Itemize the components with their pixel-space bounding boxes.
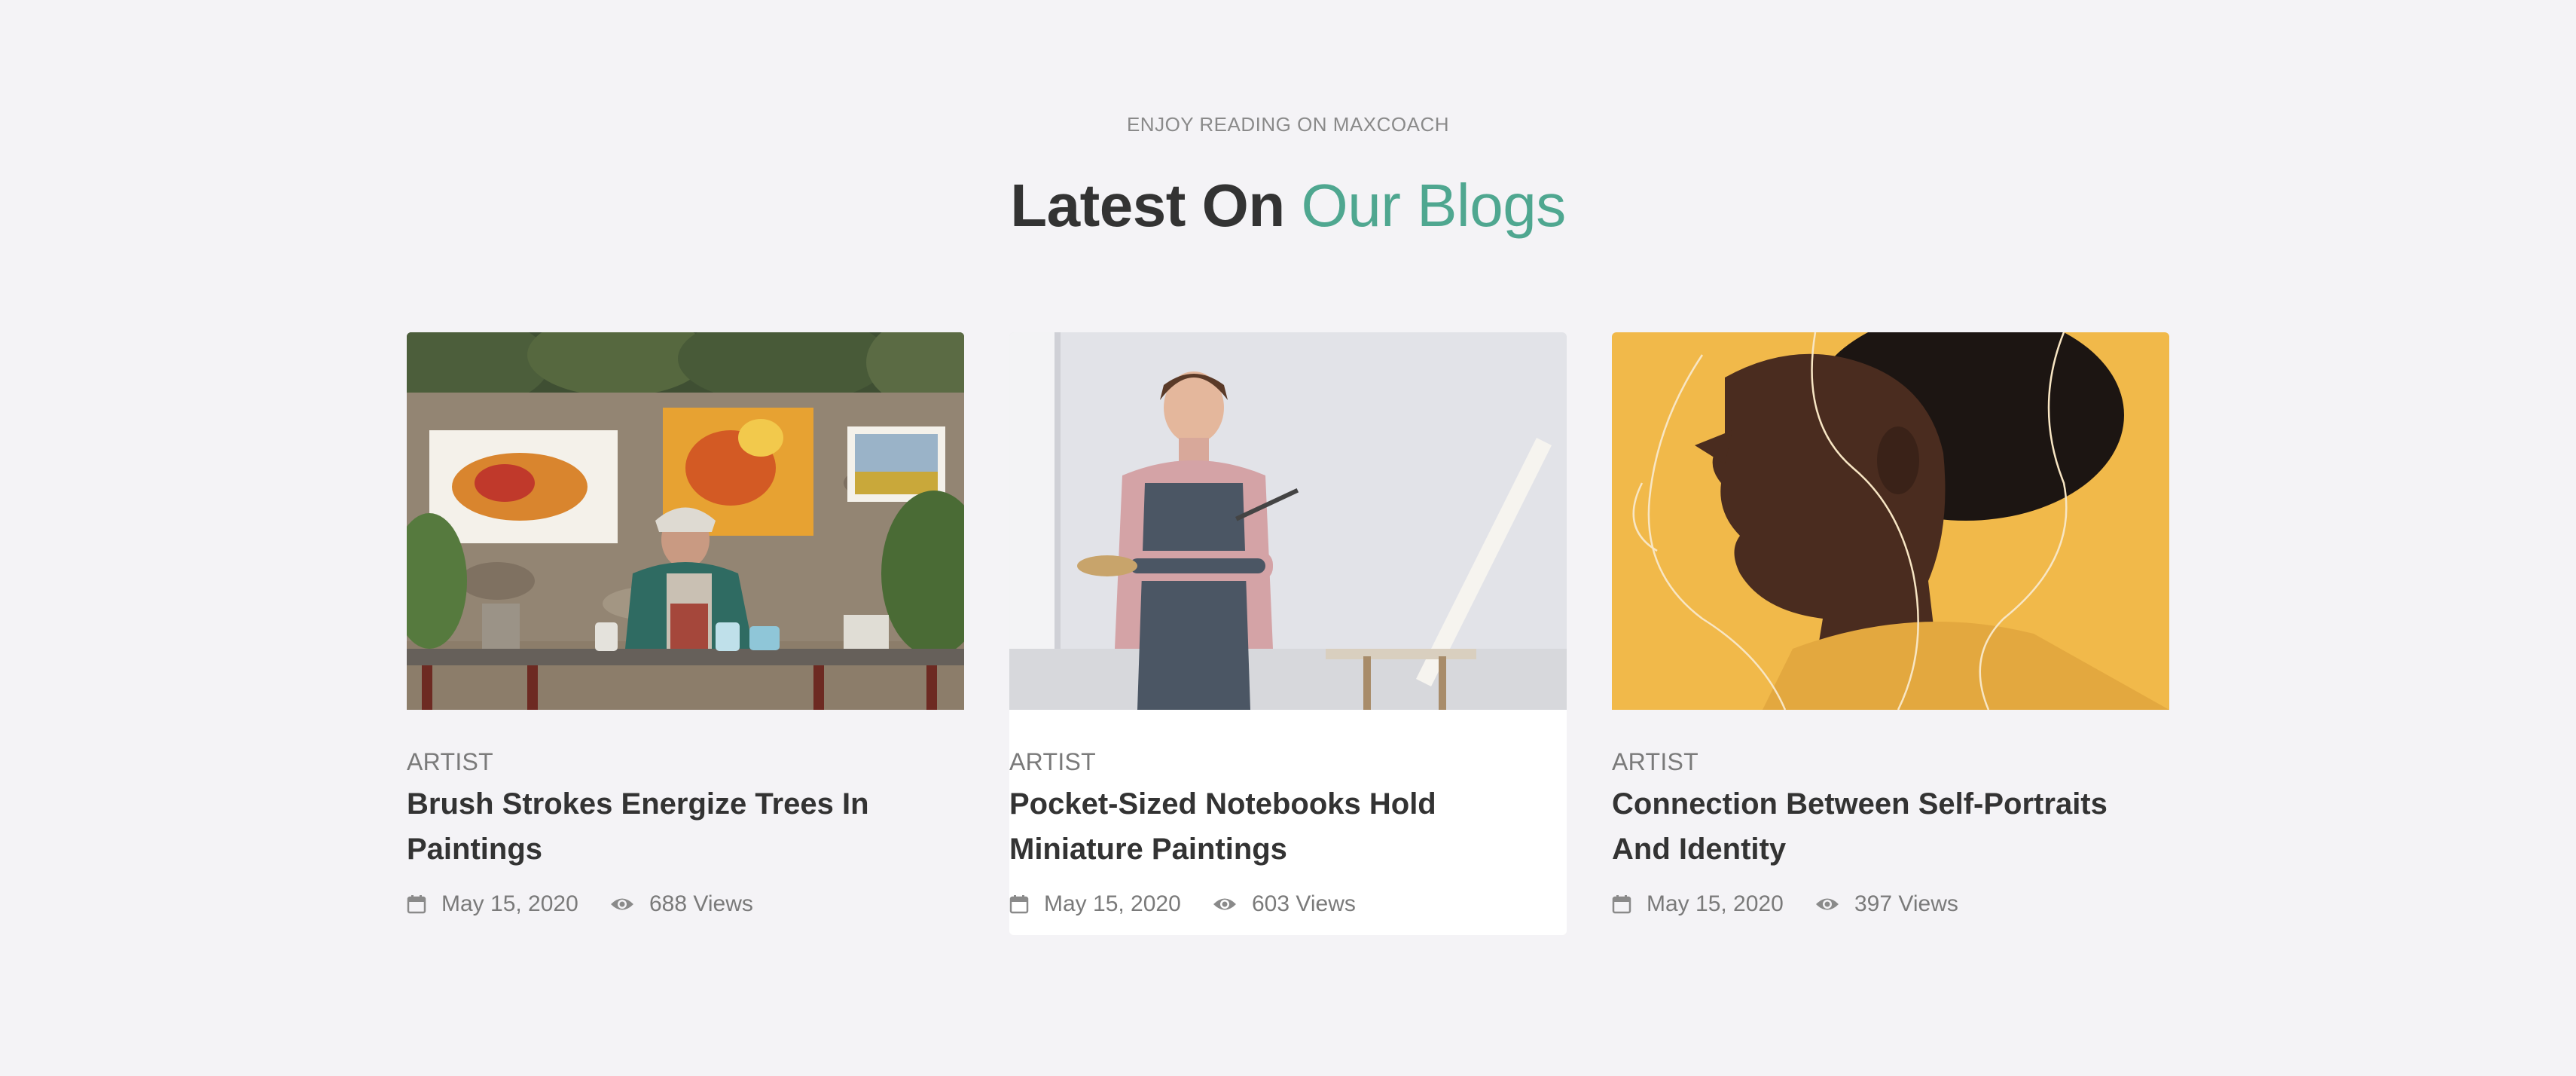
- section-heading: Latest On Our Blogs: [0, 164, 2576, 247]
- heading-main: Latest On: [1010, 172, 1285, 239]
- blog-section: ENJOY READING ON MAXCOACH Latest On Our …: [0, 0, 2576, 1076]
- post-date-text: May 15, 2020: [1044, 891, 1181, 916]
- post-views: 397 Views: [1815, 891, 1958, 917]
- post-views-text: 688 Views: [649, 891, 753, 916]
- post-views-text: 603 Views: [1252, 891, 1356, 916]
- calendar-icon: [1612, 895, 1631, 914]
- post-title[interactable]: Brush Strokes Energize Trees In Painting…: [407, 781, 964, 872]
- post-title[interactable]: Pocket-Sized Notebooks Hold Miniature Pa…: [1009, 781, 1567, 872]
- post-date: May 15, 2020: [1009, 891, 1181, 917]
- calendar-icon: [407, 895, 426, 914]
- blog-card[interactable]: ARTIST Pocket-Sized Notebooks Hold Minia…: [1009, 332, 1567, 935]
- blog-card[interactable]: ARTIST Brush Strokes Energize Trees In P…: [407, 332, 964, 935]
- blog-cards: ARTIST Brush Strokes Energize Trees In P…: [407, 332, 2169, 935]
- heading-accent: Our Blogs: [1301, 172, 1566, 239]
- post-date-text: May 15, 2020: [441, 891, 578, 916]
- post-thumbnail[interactable]: [1612, 332, 2169, 710]
- post-category[interactable]: ARTIST: [1612, 748, 1699, 776]
- eye-icon: [1816, 898, 1839, 910]
- post-date-text: May 15, 2020: [1647, 891, 1784, 916]
- post-views-text: 397 Views: [1854, 891, 1958, 916]
- post-views: 603 Views: [1213, 891, 1356, 917]
- blog-card[interactable]: ARTIST Connection Between Self-Portraits…: [1612, 332, 2169, 935]
- eye-icon: [611, 898, 633, 910]
- post-category[interactable]: ARTIST: [1009, 748, 1096, 776]
- section-eyebrow: ENJOY READING ON MAXCOACH: [1126, 113, 1450, 136]
- eye-icon: [1213, 898, 1236, 910]
- post-views: 688 Views: [610, 891, 753, 917]
- artist-painting-outdoors-image: [407, 332, 964, 710]
- post-date: May 15, 2020: [1612, 891, 1784, 917]
- post-title[interactable]: Connection Between Self-Portraits And Id…: [1612, 781, 2169, 872]
- post-date: May 15, 2020: [407, 891, 578, 917]
- woman-with-palette-and-easel-image: [1009, 332, 1567, 710]
- post-thumbnail[interactable]: [1009, 332, 1567, 710]
- post-category[interactable]: ARTIST: [407, 748, 493, 776]
- profile-portrait-yellow-image: [1612, 332, 2169, 710]
- post-thumbnail[interactable]: [407, 332, 964, 710]
- calendar-icon: [1009, 895, 1029, 914]
